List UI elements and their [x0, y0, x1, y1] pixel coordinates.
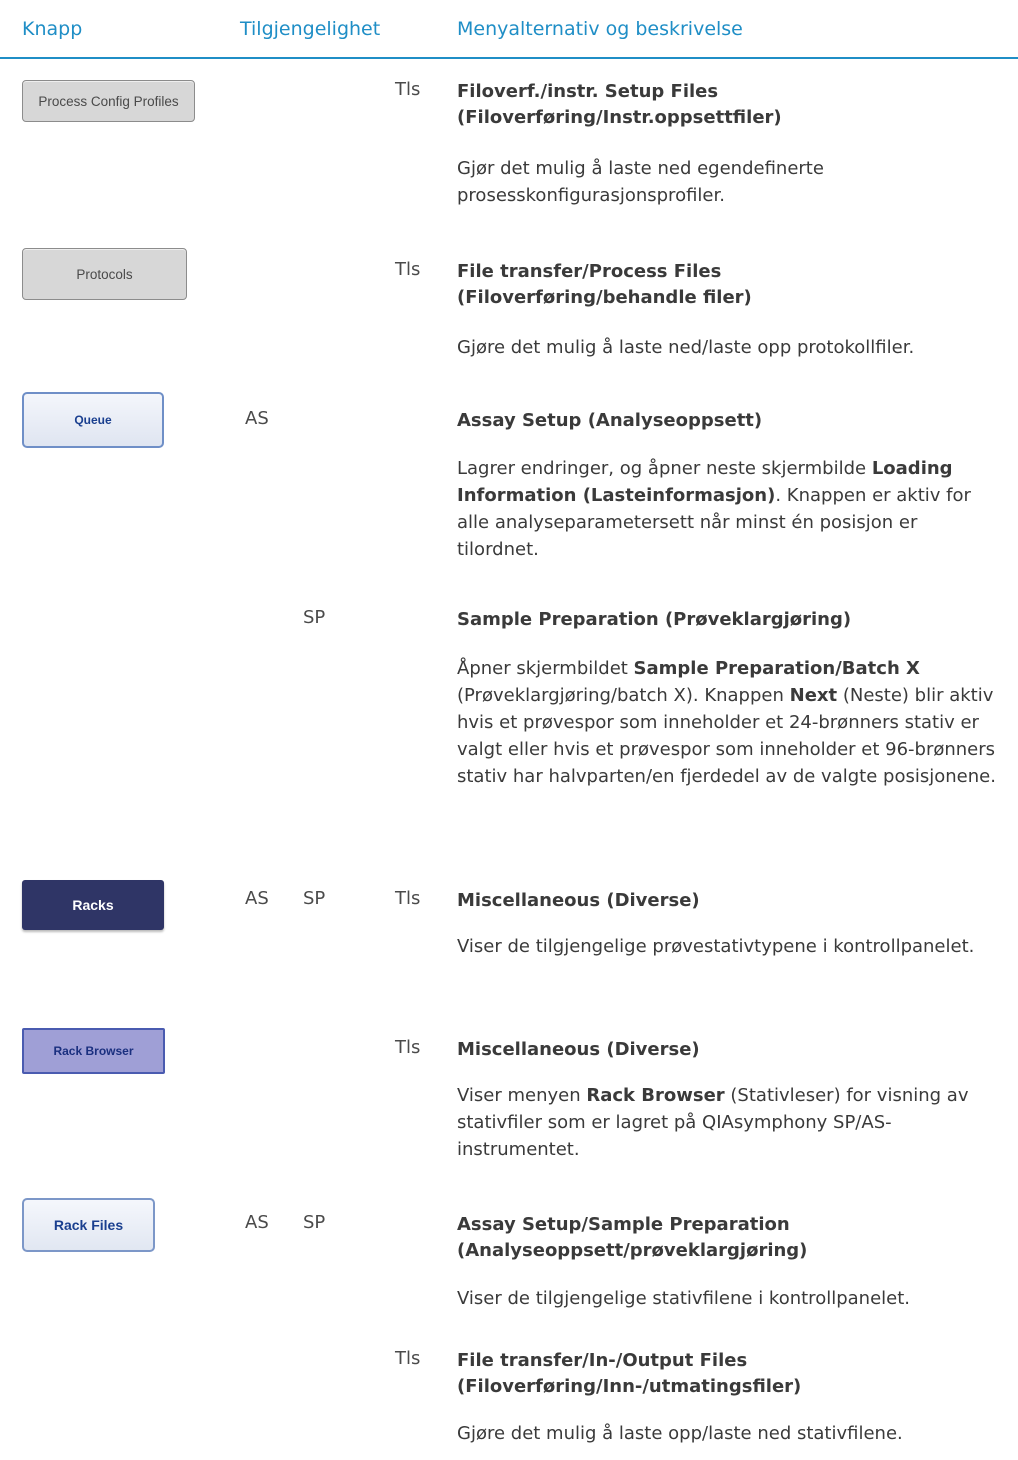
availability-as: AS: [245, 1212, 269, 1233]
rack-browser-button[interactable]: Rack Browser: [22, 1028, 165, 1074]
rack-files-button[interactable]: Rack Files: [22, 1198, 155, 1252]
process-config-profiles-button[interactable]: Process Config Profiles: [22, 80, 195, 122]
menu-description: Gjøre det mulig å laste opp/laste ned st…: [457, 1423, 903, 1444]
menu-description: Lagrer endringer, og åpner neste skjermb…: [457, 458, 971, 560]
availability-sp: SP: [303, 607, 326, 628]
column-header-button: Knapp: [22, 18, 83, 40]
availability-as: AS: [245, 888, 269, 909]
availability-as: AS: [245, 408, 269, 429]
menu-title: File transfer/In-/Output Files (Filoverfø…: [457, 1350, 802, 1397]
racks-button[interactable]: Racks: [22, 880, 164, 930]
menu-title: Miscellaneous (Diverse): [457, 1039, 700, 1060]
availability-tls: Tls: [395, 79, 421, 100]
menu-description: Viser de tilgjengelige stativfilene i ko…: [457, 1288, 910, 1309]
availability-tls: Tls: [395, 1037, 421, 1058]
availability-sp: SP: [303, 1212, 326, 1233]
menu-description: Viser de tilgjengelige prøvestativtypene…: [457, 936, 975, 957]
menu-description: Viser menyen Rack Browser (Stativleser) …: [457, 1085, 969, 1160]
protocols-button[interactable]: Protocols: [22, 248, 187, 300]
menu-title: Miscellaneous (Diverse): [457, 890, 700, 911]
menu-title: File transfer/Process Files (Filoverførin…: [457, 261, 752, 308]
availability-tls: Tls: [395, 1348, 421, 1369]
menu-description: Gjøre det mulig å laste ned/laste opp pr…: [457, 337, 915, 358]
menu-title: Assay Setup (Analyseoppsett): [457, 410, 763, 431]
availability-sp: SP: [303, 888, 326, 909]
column-header-menu: Menyalternativ og beskrivelse: [457, 18, 743, 40]
menu-title: Assay Setup/Sample Preparation (Analyseop…: [457, 1214, 808, 1261]
queue-button[interactable]: Queue: [22, 392, 164, 448]
column-header-availability: Tilgjengelighet: [240, 18, 381, 40]
menu-description: Åpner skjermbildet Sample Preparation/Ba…: [457, 658, 996, 787]
menu-description: Gjør det mulig å laste ned egendefinerte…: [457, 158, 824, 206]
menu-title: Sample Preparation (Prøveklargjøring): [457, 609, 852, 630]
header-rule: [0, 57, 1018, 59]
availability-tls: Tls: [395, 259, 421, 280]
menu-title: Filoverf./instr. Setup Files (Filoverføri…: [457, 81, 782, 128]
availability-tls: Tls: [395, 888, 421, 909]
